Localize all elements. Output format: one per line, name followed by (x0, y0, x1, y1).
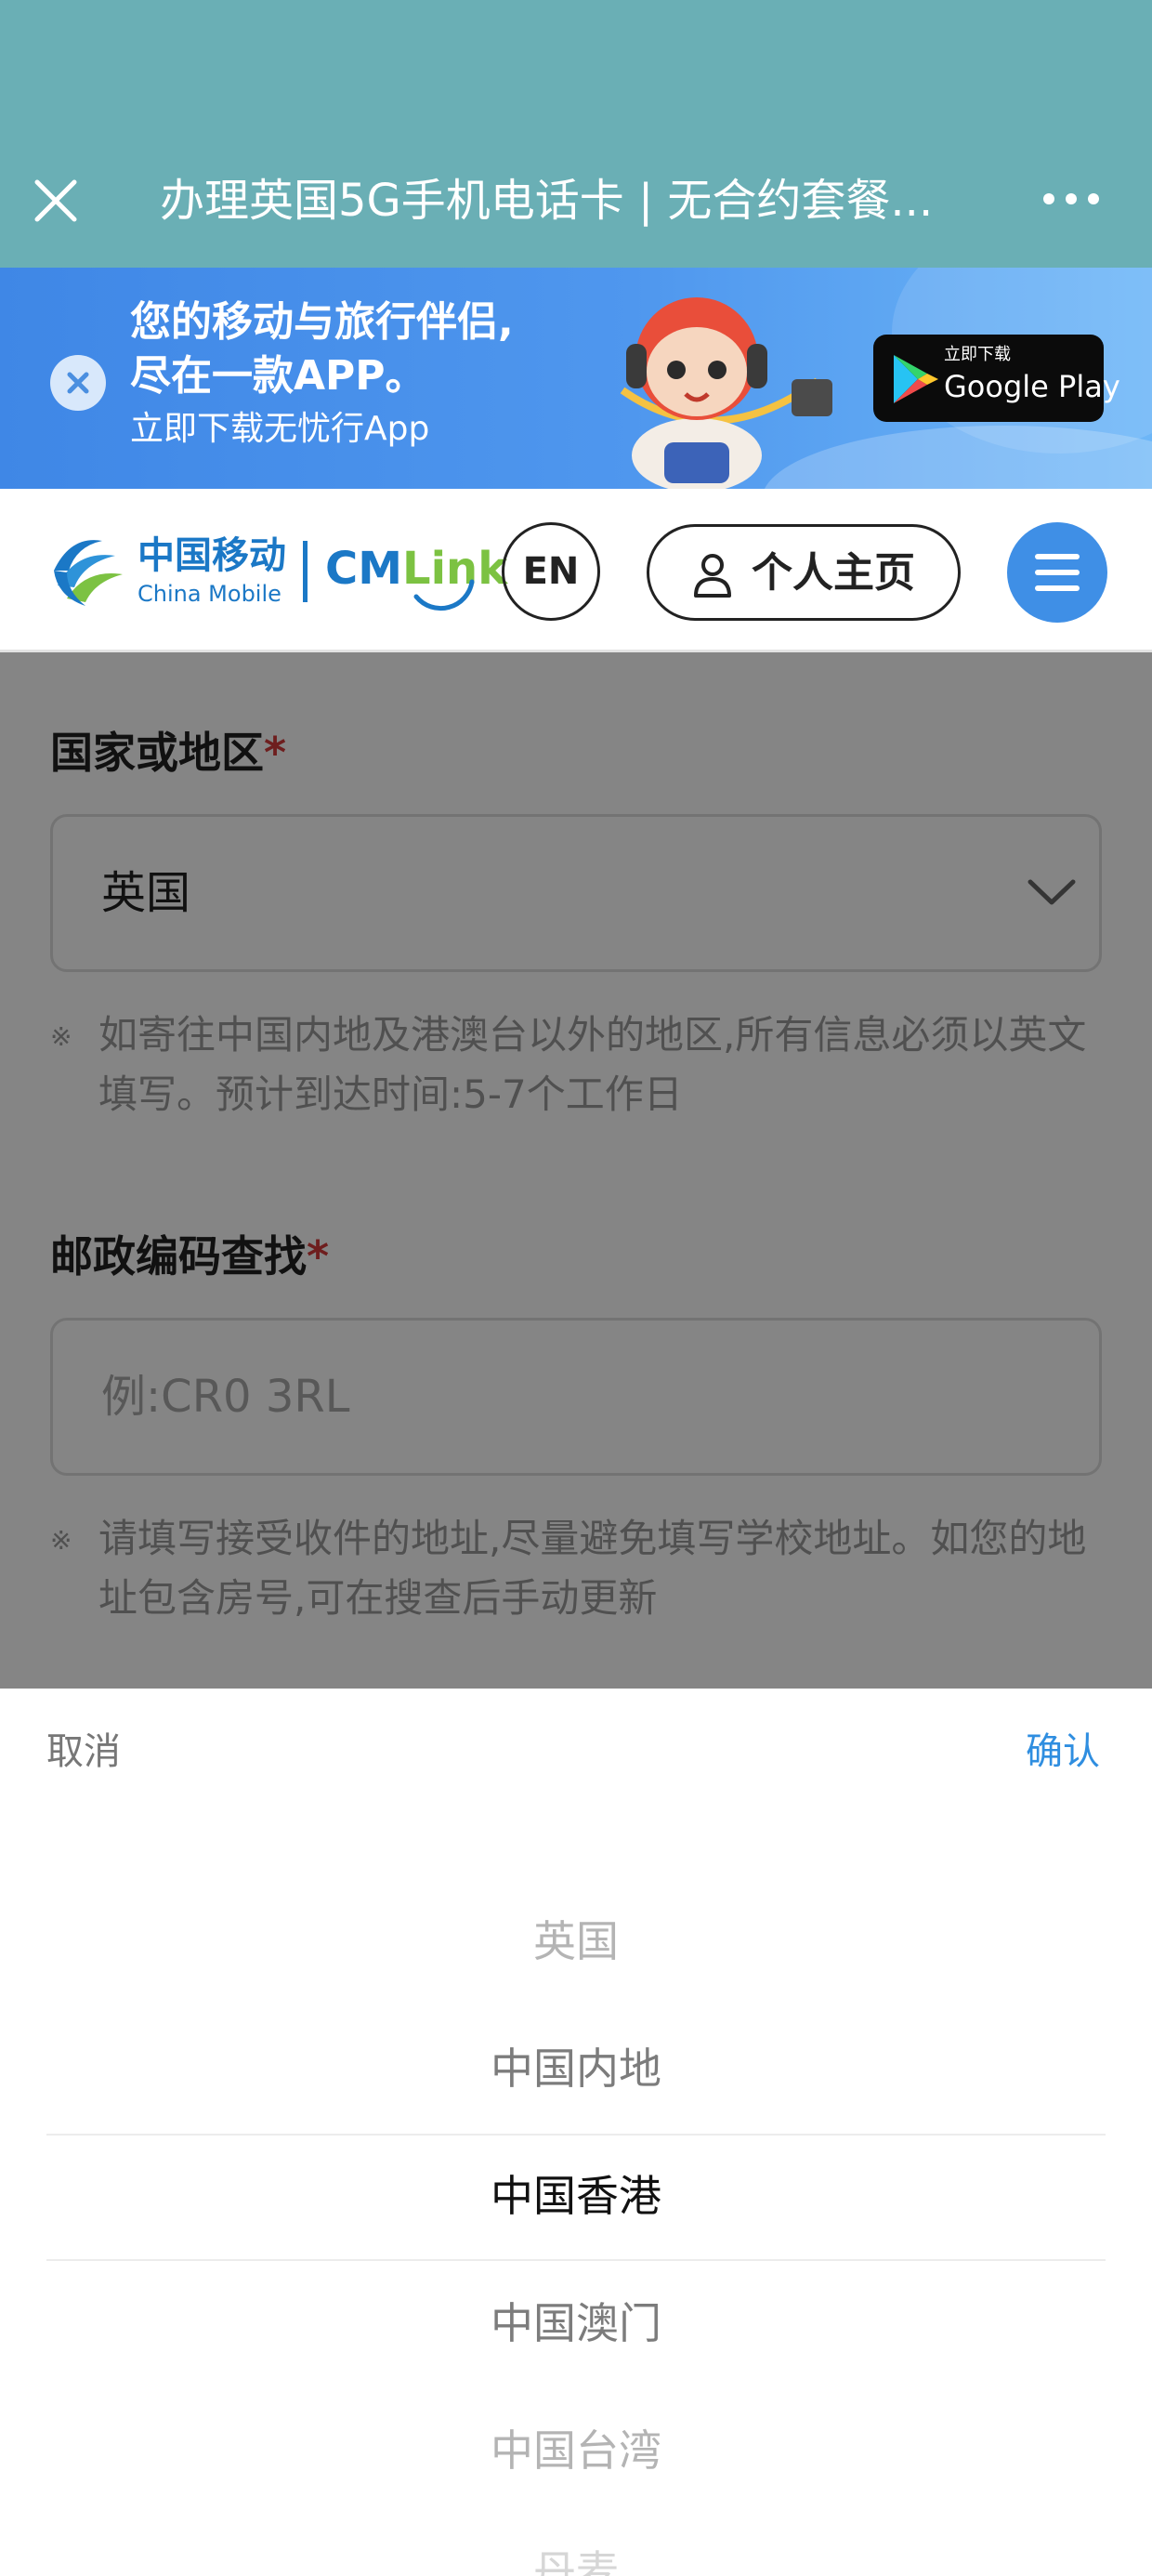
logo-text-cn: 中国移动 (137, 534, 286, 577)
menu-icon (1035, 554, 1080, 591)
person-icon (692, 553, 733, 598)
google-play-icon (890, 353, 940, 405)
cmlink-arc-icon (399, 530, 483, 613)
mascot-illustration (585, 279, 845, 489)
google-play-button[interactable]: 立即下载 Google Play (873, 335, 1120, 422)
close-icon[interactable] (28, 173, 84, 229)
country-picker-sheet: 取消 确认 英国 中国内地 中国香港 中国澳门 中国台湾 丹麦 (0, 1689, 1152, 2576)
cmlink-cm: CM (325, 543, 402, 595)
site-header: 中国移动 China Mobile CMLink EN 个人主页 (0, 489, 1152, 652)
logo-divider (303, 541, 308, 602)
menu-button[interactable] (1007, 522, 1107, 623)
title-bar: 办理英国5G手机电话卡 | 无合约套餐... (0, 0, 1152, 268)
picker-option[interactable]: 英国 (0, 1912, 1152, 1971)
banner-headline: 您的移动与旅行伴侣, (130, 298, 514, 346)
picker-option-selected[interactable]: 中国香港 (0, 2166, 1152, 2226)
language-toggle-button[interactable]: EN (502, 522, 600, 621)
profile-label: 个人主页 (752, 549, 915, 597)
page-title: 办理英国5G手机电话卡 | 无合约套餐... (160, 175, 934, 227)
store-caption: 立即下载 (944, 345, 1011, 364)
app-download-banner[interactable]: 您的移动与旅行伴侣, 尽在一款APP。 立即下载无忧行App 立即下载 Goog… (0, 268, 1152, 489)
banner-subline: 立即下载无忧行App (130, 410, 430, 448)
picker-option[interactable]: 中国台湾 (0, 2421, 1152, 2480)
picker-option[interactable]: 中国澳门 (0, 2293, 1152, 2353)
dismiss-icon[interactable] (50, 355, 106, 411)
profile-button[interactable]: 个人主页 (647, 524, 961, 621)
china-mobile-logo-icon[interactable] (48, 530, 124, 611)
modal-overlay[interactable] (0, 652, 1152, 1689)
logo-text-en: China Mobile (137, 581, 281, 607)
picker-option[interactable]: 丹麦 (0, 2542, 1152, 2576)
store-name: Google Play (944, 369, 1120, 404)
confirm-button[interactable]: 确认 (1026, 1722, 1100, 1781)
cancel-button[interactable]: 取消 (46, 1722, 121, 1781)
banner-headline-2: 尽在一款APP。 (130, 352, 426, 400)
more-icon[interactable] (1041, 186, 1102, 212)
picker-option[interactable]: 中国内地 (0, 2039, 1152, 2098)
selection-line-top (46, 2134, 1106, 2136)
selection-line-bottom (46, 2259, 1106, 2261)
